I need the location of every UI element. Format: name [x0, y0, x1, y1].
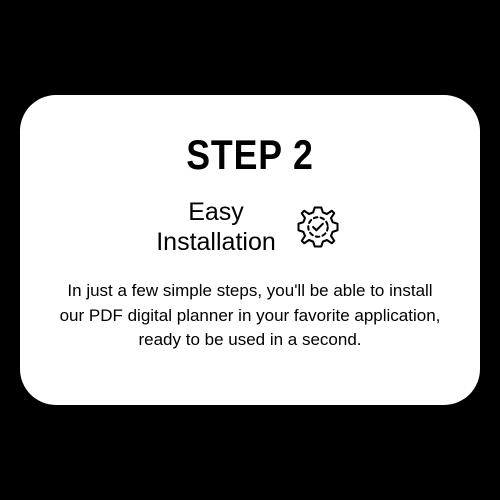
- info-card: STEP 2 Easy Installation In just a few s…: [20, 95, 480, 405]
- gear-check-icon: [292, 201, 344, 253]
- description-text: In just a few simple steps, you'll be ab…: [48, 279, 452, 353]
- subtitle-line1: Easy: [188, 198, 244, 226]
- subtitle-line2: Installation: [156, 228, 276, 256]
- step-label: STEP 2: [186, 131, 313, 179]
- subtitle-row: Easy Installation: [156, 197, 344, 257]
- subtitle-text: Easy Installation: [156, 197, 276, 257]
